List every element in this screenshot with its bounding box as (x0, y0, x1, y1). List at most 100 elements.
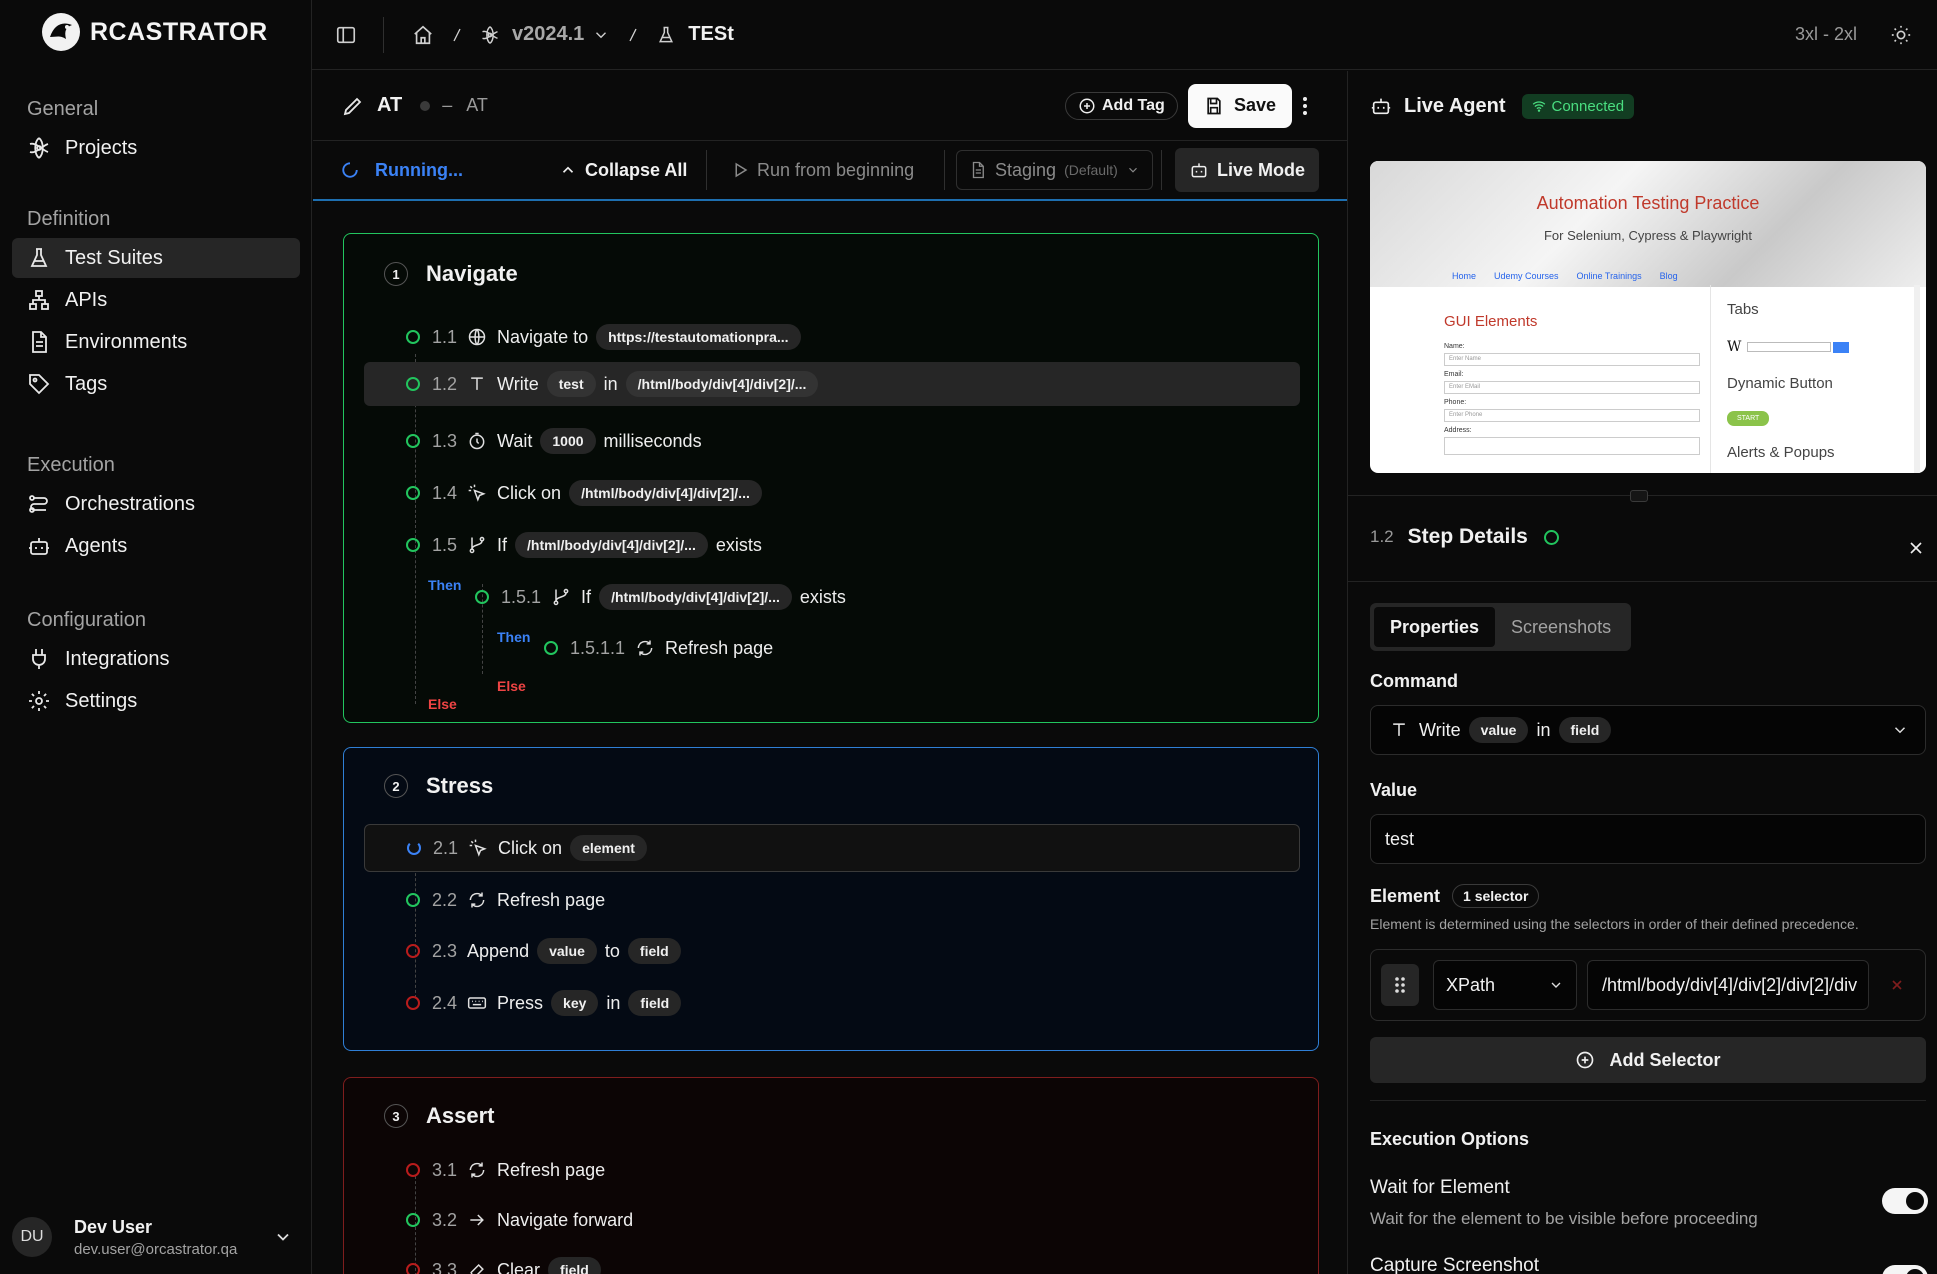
chevron-down-icon[interactable] (592, 26, 610, 44)
run-from-beginning-button[interactable]: Run from beginning (731, 160, 914, 181)
preview-input[interactable]: Enter Phone (1444, 409, 1700, 422)
step-row[interactable]: 1.1 Navigate to https://testautomationpr… (406, 315, 809, 359)
preview-nav-item[interactable]: Udemy Courses (1494, 271, 1559, 281)
group-title[interactable]: Stress (426, 773, 493, 799)
step-param[interactable]: test (546, 371, 596, 397)
home-icon[interactable] (412, 24, 434, 46)
step-group-stress[interactable]: 2 Stress 2.1 Click on element 2.2 Refres… (343, 747, 1319, 1051)
breadcrumb-suite[interactable]: TESt (688, 23, 734, 46)
refresh-icon (469, 892, 485, 908)
selector-count-badge: 1 selector (1452, 884, 1540, 908)
preview-start-button[interactable]: START (1727, 411, 1770, 426)
add-tag-button[interactable]: Add Tag (1065, 91, 1178, 120)
step-param[interactable]: field (628, 990, 682, 1016)
step-group-assert[interactable]: 3 Assert 3.1 Refresh page 3.2 Navigate f… (343, 1077, 1319, 1274)
user-menu[interactable]: DU Dev User dev.user@orcastrator.qa (0, 1200, 312, 1274)
sidebar-item-apis[interactable]: APIs (12, 280, 300, 320)
sun-icon[interactable] (1890, 24, 1912, 46)
refresh-icon (637, 640, 653, 656)
sidebar-toggle-icon[interactable] (335, 24, 357, 46)
save-button[interactable]: Save (1188, 83, 1293, 128)
step-row[interactable]: 1.5.1 If /html/body/div[4]/div[2]/... ex… (475, 575, 846, 619)
test-subtitle[interactable]: AT (466, 95, 488, 116)
test-title[interactable]: AT (377, 94, 402, 117)
step-number: 1.3 (432, 430, 458, 451)
preview-scrollbar[interactable] (1914, 285, 1920, 473)
breadcrumb-version[interactable]: v2024.1 (512, 23, 584, 46)
sidebar-item-settings[interactable]: Settings (12, 681, 300, 721)
live-preview[interactable]: Automation Testing Practice For Selenium… (1370, 161, 1926, 473)
preview-tabs-title: Tabs (1727, 301, 1759, 318)
step-param[interactable]: /html/body/div[4]/div[2]/... (625, 371, 819, 397)
step-row-selected[interactable]: 1.2 Write test in /html/body/div[4]/div[… (364, 362, 1300, 406)
step-param[interactable]: /html/body/div[4]/div[2]/... (569, 480, 762, 506)
command-select[interactable]: Write value in field (1370, 705, 1926, 755)
step-param[interactable]: field (548, 1257, 601, 1274)
environment-select[interactable]: Staging (Default) (956, 150, 1153, 190)
group-title[interactable]: Navigate (426, 261, 518, 287)
preview-input[interactable]: Enter Name (1444, 353, 1700, 366)
capture-screenshot-toggle[interactable] (1882, 1265, 1928, 1274)
group-title[interactable]: Assert (426, 1103, 494, 1129)
step-param[interactable]: element (570, 835, 647, 861)
step-row[interactable]: 1.5 If /html/body/div[4]/div[2]/... exis… (406, 523, 762, 567)
remove-selector-icon[interactable] (1889, 977, 1905, 993)
step-row[interactable]: 3.2 Navigate forward (406, 1198, 633, 1242)
close-icon[interactable] (1906, 538, 1926, 558)
step-row[interactable]: 3.3 Clear field (406, 1248, 609, 1274)
sidebar-item-environments[interactable]: Environments (12, 322, 300, 362)
preview-search-button[interactable] (1833, 341, 1850, 353)
drag-handle-icon[interactable] (1381, 964, 1419, 1006)
panel-header: Live Agent Connected (1348, 71, 1937, 141)
preview-textarea[interactable] (1444, 437, 1700, 455)
gear-icon (29, 691, 49, 711)
preview-input[interactable]: Enter EMail (1444, 381, 1700, 394)
preview-nav-item[interactable]: Online Trainings (1577, 271, 1642, 281)
step-param[interactable]: 1000 (540, 428, 596, 454)
tab-screenshots[interactable]: Screenshots (1495, 607, 1627, 647)
step-row[interactable]: 3.1 Refresh page (406, 1148, 605, 1192)
step-param[interactable]: /html/body/div[4]/div[2]/... (599, 584, 792, 610)
step-row[interactable]: 2.4 Press key in field (406, 981, 689, 1025)
collapse-all-button[interactable]: Collapse All (559, 160, 687, 181)
step-number: 1.5.1.1 (570, 637, 626, 658)
preview-wiki-search[interactable]: W (1727, 339, 1850, 355)
sidebar-item-label: Environments (65, 330, 188, 353)
add-selector-button[interactable]: Add Selector (1370, 1037, 1926, 1083)
step-param[interactable]: field (627, 938, 681, 964)
preview-nav-item[interactable]: Home (1452, 271, 1476, 281)
resize-handle-icon[interactable] (1630, 490, 1648, 502)
preview-nav-item[interactable]: Blog (1660, 271, 1678, 281)
preview-search-input[interactable] (1747, 342, 1832, 352)
pencil-icon[interactable] (341, 94, 365, 118)
step-param[interactable]: key (551, 990, 599, 1016)
sidebar-item-label: Projects (65, 136, 138, 159)
step-status-dot (406, 1163, 420, 1177)
sidebar-item-integrations[interactable]: Integrations (12, 639, 300, 679)
sidebar-item-agents[interactable]: Agents (12, 526, 300, 566)
selector-value-input[interactable]: /html/body/div[4]/div[2]/div[2]/div (1587, 960, 1869, 1010)
click-icon (468, 484, 486, 502)
step-row[interactable]: 1.3 Wait 1000 milliseconds (406, 419, 702, 463)
sidebar-item-test-suites[interactable]: Test Suites (12, 238, 300, 278)
value-input[interactable]: test (1370, 814, 1926, 864)
app-logo[interactable]: RCASTRATOR (40, 8, 268, 56)
sidebar-item-orchestrations[interactable]: Orchestrations (12, 484, 300, 524)
sidebar-item-tags[interactable]: Tags (12, 364, 300, 404)
step-status-dot (544, 641, 558, 655)
step-param[interactable]: value (537, 938, 597, 964)
selector-type-select[interactable]: XPath (1433, 960, 1577, 1010)
step-group-navigate[interactable]: 1 Navigate 1.1 Navigate to https://testa… (343, 233, 1319, 723)
wait-for-element-toggle[interactable] (1882, 1188, 1928, 1214)
live-mode-button[interactable]: Live Mode (1175, 148, 1320, 192)
tab-properties[interactable]: Properties (1374, 607, 1496, 647)
step-param[interactable]: https://testautomationpra... (596, 324, 801, 350)
step-row[interactable]: 1.5.1.1 Refresh page (544, 626, 773, 670)
sidebar-item-projects[interactable]: Projects (12, 128, 300, 168)
more-vertical-icon[interactable] (1293, 94, 1317, 118)
step-row[interactable]: 1.4 Click on /html/body/div[4]/div[2]/..… (406, 471, 770, 515)
step-row[interactable]: 2.3 Append value to field (406, 929, 689, 973)
step-row-running[interactable]: 2.1 Click on element (364, 824, 1300, 872)
step-param[interactable]: /html/body/div[4]/div[2]/... (515, 532, 708, 558)
step-row[interactable]: 2.2 Refresh page (406, 878, 605, 922)
